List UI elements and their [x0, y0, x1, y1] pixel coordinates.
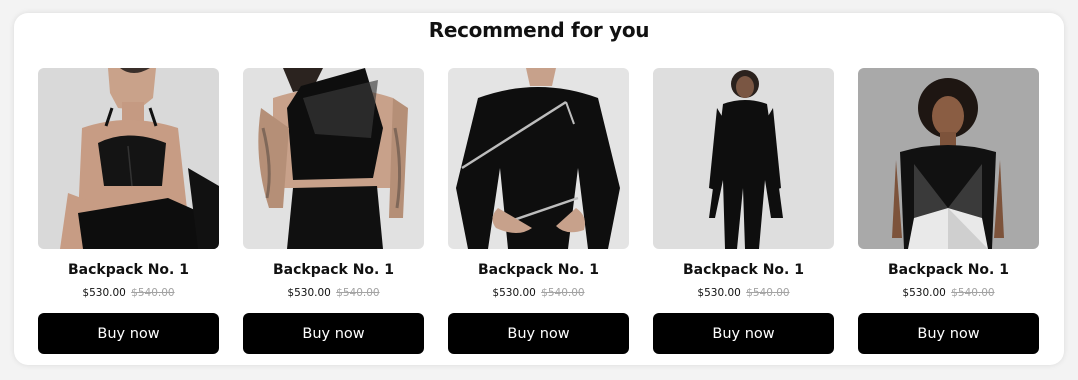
buy-now-button[interactable]: Buy now: [653, 313, 834, 354]
product-name[interactable]: Backpack No. 1: [858, 262, 1039, 278]
current-price: $530.00: [492, 287, 536, 299]
current-price: $530.00: [902, 287, 946, 299]
old-price: $540.00: [746, 287, 790, 299]
product-price: $530.00 $540.00: [448, 287, 629, 299]
current-price: $530.00: [697, 287, 741, 299]
product-image[interactable]: [243, 68, 424, 249]
product-image[interactable]: [38, 68, 219, 249]
old-price: $540.00: [131, 287, 175, 299]
product-image[interactable]: [858, 68, 1039, 249]
product-price: $530.00 $540.00: [38, 287, 219, 299]
old-price: $540.00: [336, 287, 380, 299]
product-image[interactable]: [653, 68, 834, 249]
product-card[interactable]: Backpack No. 1 $530.00 $540.00 Buy now: [448, 68, 629, 354]
recommendations-panel: Recommend for you Backpack No. 1 $530.00…: [14, 13, 1064, 365]
product-card[interactable]: Backpack No. 1 $530.00 $540.00 Buy now: [38, 68, 219, 354]
buy-now-button[interactable]: Buy now: [243, 313, 424, 354]
product-name[interactable]: Backpack No. 1: [38, 262, 219, 278]
product-card[interactable]: Backpack No. 1 $530.00 $540.00 Buy now: [243, 68, 424, 354]
old-price: $540.00: [541, 287, 585, 299]
product-name[interactable]: Backpack No. 1: [448, 262, 629, 278]
product-name[interactable]: Backpack No. 1: [243, 262, 424, 278]
buy-now-button[interactable]: Buy now: [858, 313, 1039, 354]
product-name[interactable]: Backpack No. 1: [653, 262, 834, 278]
old-price: $540.00: [951, 287, 995, 299]
product-card[interactable]: Backpack No. 1 $530.00 $540.00 Buy now: [653, 68, 834, 354]
buy-now-button[interactable]: Buy now: [38, 313, 219, 354]
product-price: $530.00 $540.00: [243, 287, 424, 299]
section-title: Recommend for you: [428, 18, 650, 42]
buy-now-button[interactable]: Buy now: [448, 313, 629, 354]
product-image[interactable]: [448, 68, 629, 249]
product-price: $530.00 $540.00: [858, 287, 1039, 299]
product-price: $530.00 $540.00: [653, 287, 834, 299]
current-price: $530.00: [287, 287, 331, 299]
current-price: $530.00: [82, 287, 126, 299]
product-card[interactable]: Backpack No. 1 $530.00 $540.00 Buy now: [858, 68, 1039, 354]
